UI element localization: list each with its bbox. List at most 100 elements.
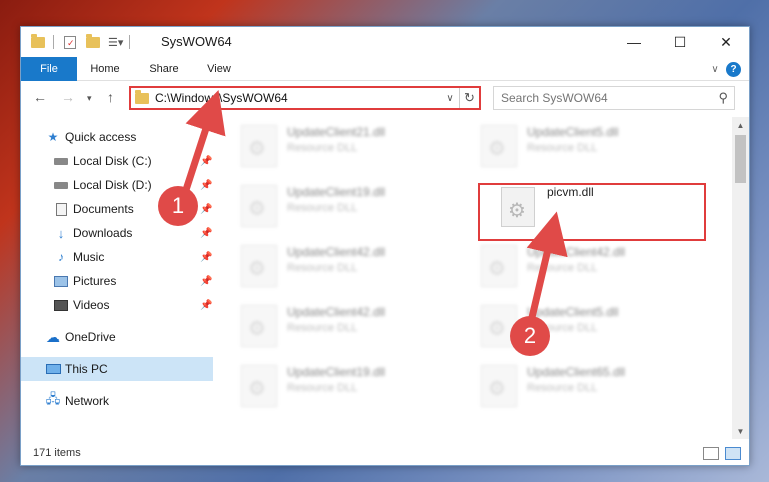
network-icon: 🖧 bbox=[45, 391, 61, 406]
file-name: UpdateClient19.dll bbox=[287, 365, 386, 379]
sidebar-item-videos[interactable]: Videos 📌 bbox=[21, 293, 213, 317]
file-name: UpdateClient42.dll bbox=[287, 305, 386, 319]
download-icon: ↓ bbox=[57, 225, 65, 241]
window-title: SysWOW64 bbox=[161, 34, 232, 49]
documents-icon bbox=[53, 202, 69, 216]
dll-file-icon bbox=[481, 365, 517, 407]
large-icons-view-icon[interactable] bbox=[725, 447, 741, 460]
pin-icon[interactable]: 📌 bbox=[200, 276, 212, 287]
file-item[interactable]: UpdateClient42.dll Resource DLL bbox=[221, 297, 446, 353]
sidebar-item-quick-access[interactable]: ★ Quick access bbox=[21, 125, 213, 149]
file-type: Resource DLL bbox=[527, 382, 598, 394]
new-folder-icon[interactable] bbox=[86, 33, 100, 48]
file-name: UpdateClient42.dll bbox=[287, 245, 386, 259]
file-type: Resource DLL bbox=[527, 142, 598, 154]
search-input[interactable] bbox=[501, 91, 701, 105]
up-arrow-icon[interactable]: ↑ bbox=[107, 89, 114, 105]
sidebar-item-pictures[interactable]: Pictures 📌 bbox=[21, 269, 213, 293]
pin-icon[interactable]: 📌 bbox=[200, 180, 212, 191]
videos-icon bbox=[53, 298, 69, 312]
sidebar-item-network[interactable]: 🖧 Network bbox=[21, 389, 213, 413]
help-icon[interactable]: ? bbox=[726, 62, 741, 77]
file-type: Resource DLL bbox=[527, 262, 598, 274]
pin-icon[interactable]: 📌 bbox=[200, 204, 212, 215]
search-box[interactable]: ⚲ bbox=[493, 86, 735, 110]
file-item[interactable]: UpdateClient19.dll Resource DLL bbox=[221, 357, 446, 413]
customize-toolbar-icon[interactable]: ☰▾ bbox=[108, 36, 123, 49]
expand-ribbon-icon[interactable]: ∨ bbox=[707, 57, 723, 81]
sidebar-item-onedrive[interactable]: ☁ OneDrive bbox=[21, 325, 213, 349]
dll-file-icon bbox=[241, 365, 277, 407]
minimize-button[interactable]: — bbox=[611, 27, 657, 57]
pictures-icon bbox=[53, 274, 69, 288]
file-name: UpdateClient65.dll bbox=[527, 365, 626, 379]
maximize-button[interactable]: ☐ bbox=[657, 27, 703, 57]
sidebar-item-label: Quick access bbox=[65, 130, 137, 144]
file-item[interactable]: UpdateClient42.dll Resource DLL bbox=[221, 237, 446, 293]
tab-share[interactable]: Share bbox=[139, 57, 189, 81]
sidebar-item-label: OneDrive bbox=[65, 330, 116, 344]
scroll-down-icon[interactable]: ▼ bbox=[732, 423, 749, 439]
dll-file-icon bbox=[241, 245, 277, 287]
file-item[interactable]: UpdateClient65.dll Resource DLL bbox=[461, 357, 686, 413]
pin-icon[interactable]: 📌 bbox=[200, 252, 212, 263]
file-name: UpdateClient5.dll bbox=[527, 125, 619, 139]
pin-icon[interactable]: 📌 bbox=[200, 228, 212, 239]
forward-arrow-icon[interactable]: → bbox=[61, 89, 75, 105]
file-item[interactable]: UpdateClient5.dll Resource DLL bbox=[461, 297, 686, 353]
sidebar-item-label: Music bbox=[73, 250, 105, 264]
step-marker-1: 1 bbox=[158, 186, 198, 226]
search-icon[interactable]: ⚲ bbox=[718, 90, 728, 106]
pin-icon[interactable]: 📌 bbox=[200, 156, 212, 167]
properties-icon[interactable]: ✓ bbox=[64, 35, 76, 49]
close-icon: ✕ bbox=[720, 33, 732, 50]
address-path[interactable]: C:\Windows\SysWOW64 bbox=[155, 91, 441, 105]
back-arrow-icon[interactable]: ← bbox=[33, 89, 47, 105]
separator bbox=[53, 35, 54, 49]
dll-file-icon bbox=[241, 125, 277, 167]
file-item[interactable]: UpdateClient5.dll Resource DLL bbox=[461, 117, 686, 173]
tab-view[interactable]: View bbox=[197, 57, 241, 81]
details-view-icon[interactable] bbox=[703, 447, 719, 460]
sidebar-item-label: This PC bbox=[65, 362, 108, 376]
sidebar-item-local-disk-c[interactable]: Local Disk (C:) 📌 bbox=[21, 149, 213, 173]
file-name: UpdateClient5.dll bbox=[527, 305, 619, 319]
cloud-icon: ☁ bbox=[46, 328, 60, 345]
file-name: UpdateClient21.dll bbox=[287, 125, 386, 139]
file-item[interactable]: UpdateClient21.dll Resource DLL bbox=[221, 117, 446, 173]
navigation-pane: ★ Quick access Local Disk (C:) 📌 Local D… bbox=[21, 119, 213, 439]
file-name: UpdateClient42.dll bbox=[527, 245, 626, 259]
sidebar-item-music[interactable]: ♪ Music 📌 bbox=[21, 245, 213, 269]
sidebar-item-label: Network bbox=[65, 394, 110, 408]
recent-locations-icon[interactable]: ▾ bbox=[87, 93, 92, 104]
file-name: UpdateClient19.dll bbox=[287, 185, 386, 199]
refresh-icon[interactable]: ↻ bbox=[459, 88, 479, 108]
scroll-up-icon[interactable]: ▲ bbox=[732, 117, 749, 133]
file-list: UpdateClient21.dll Resource DLL UpdateCl… bbox=[221, 117, 731, 439]
status-bar: 171 items bbox=[21, 443, 749, 465]
vertical-scrollbar[interactable]: ▲ ▼ bbox=[732, 117, 749, 439]
close-button[interactable]: ✕ bbox=[703, 27, 749, 57]
address-bar[interactable]: C:\Windows\SysWOW64 ∨ ↻ bbox=[129, 86, 481, 110]
tab-home[interactable]: Home bbox=[79, 57, 131, 81]
scrollbar-thumb[interactable] bbox=[735, 135, 746, 183]
file-type: Resource DLL bbox=[287, 322, 358, 334]
explorer-window: ✓ ☰▾ SysWOW64 — ☐ ✕ File Home Share View… bbox=[20, 26, 750, 466]
sidebar-item-this-pc[interactable]: This PC bbox=[21, 357, 213, 381]
tab-file[interactable]: File bbox=[21, 57, 77, 81]
folder-icon bbox=[135, 89, 149, 104]
file-item[interactable]: UpdateClient42.dll Resource DLL bbox=[461, 237, 686, 293]
sidebar-item-label: Pictures bbox=[73, 274, 117, 288]
dll-file-icon bbox=[481, 245, 517, 287]
title-bar: ✓ ☰▾ SysWOW64 — ☐ ✕ bbox=[21, 27, 749, 57]
file-type: Resource DLL bbox=[287, 202, 358, 214]
navigation-bar: ← → ▾ ↑ C:\Windows\SysWOW64 ∨ ↻ ⚲ bbox=[21, 83, 749, 113]
dll-file-icon bbox=[241, 185, 277, 227]
file-item[interactable]: UpdateClient19.dll Resource DLL bbox=[221, 177, 446, 233]
pin-icon[interactable]: 📌 bbox=[200, 300, 212, 311]
sidebar-item-label: Documents bbox=[73, 202, 134, 216]
quick-access-toolbar: ✓ ☰▾ bbox=[31, 33, 131, 51]
chevron-down-icon[interactable]: ∨ bbox=[441, 93, 459, 104]
file-type: Resource DLL bbox=[287, 382, 358, 394]
ribbon-tabs: File Home Share View ∨ ? bbox=[21, 57, 749, 81]
